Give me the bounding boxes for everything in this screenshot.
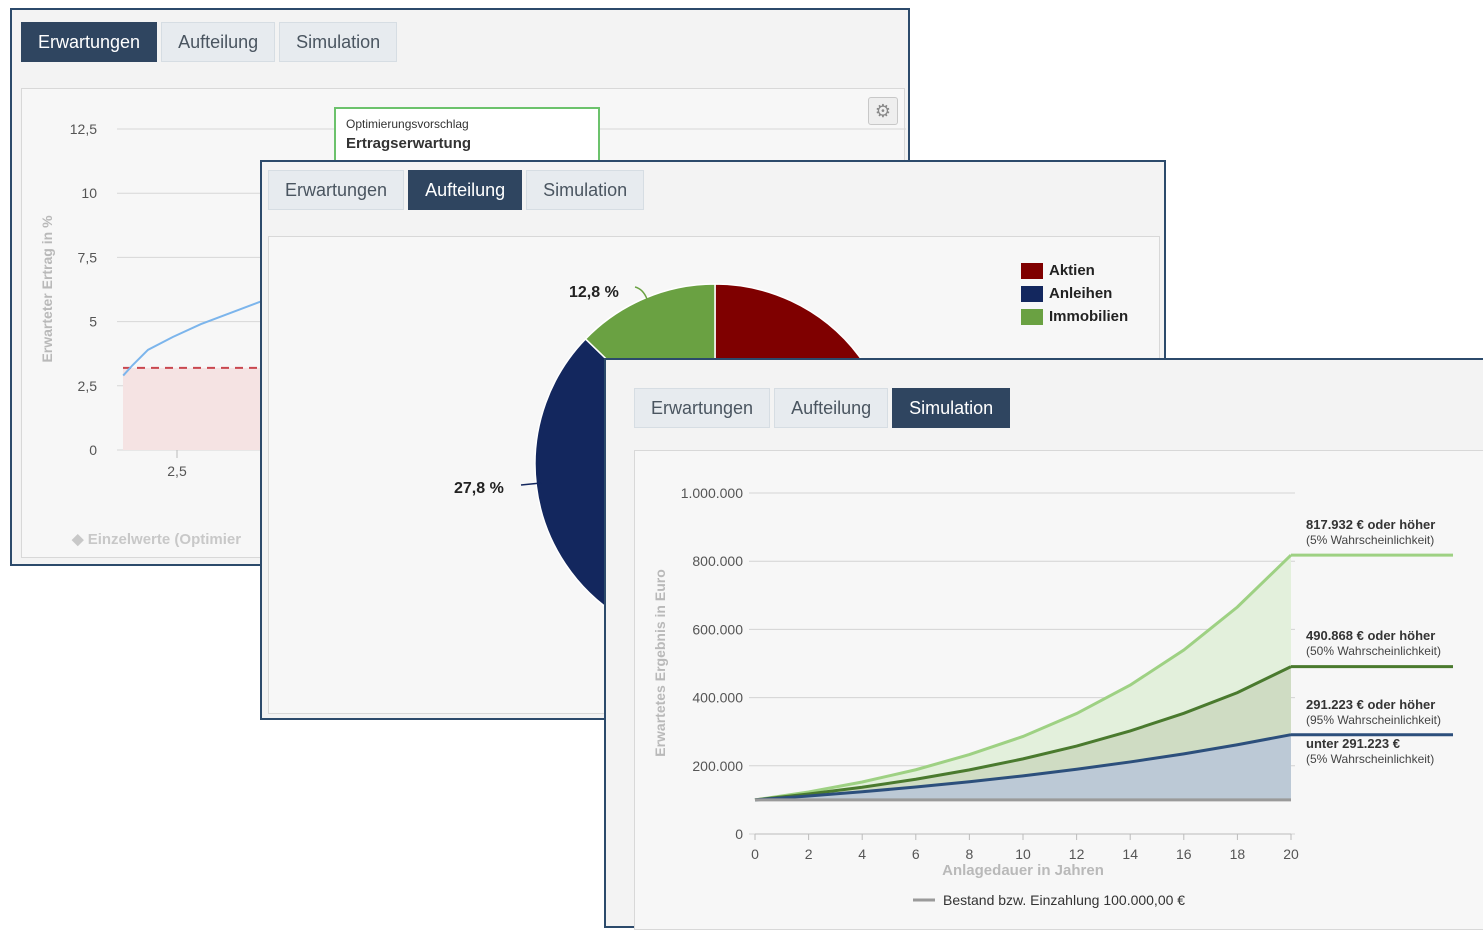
y-tick-label: 12,5 — [70, 121, 97, 137]
x-tick-label: 2 — [805, 846, 813, 862]
legend-item-immobilien[interactable]: Immobilien — [1021, 305, 1128, 328]
y-tick-label: 0 — [735, 826, 743, 842]
tab-aufteilung[interactable]: Aufteilung — [161, 22, 276, 62]
y-tick-label: 400.000 — [692, 690, 743, 706]
legend-label: Anleihen — [1049, 285, 1113, 302]
tab-aufteilung[interactable]: Aufteilung — [774, 388, 889, 428]
x-tick-label: 16 — [1176, 846, 1192, 862]
tab-simulation[interactable]: Simulation — [279, 22, 398, 62]
tab-erwartungen[interactable]: Erwartungen — [21, 22, 158, 62]
y-axis-label: Erwartetes Ergebnis in Euro — [652, 569, 668, 757]
x-tick-label: 6 — [912, 846, 920, 862]
legend-label: Immobilien — [1049, 308, 1129, 325]
x-tick-label: 0 — [751, 846, 759, 862]
tab-bar: Erwartungen Aufteilung Simulation — [21, 22, 398, 62]
x-tick-label: 2,5 — [167, 463, 187, 479]
expectation-curve — [122, 297, 270, 377]
x-axis-label: Anlagedauer in Jahren — [942, 862, 1104, 879]
y-tick-label: 800.000 — [692, 553, 743, 569]
panel-simulation: Erwartungen Aufteilung Simulation 1.000.… — [604, 358, 1483, 930]
y-tick-label: 0 — [89, 442, 97, 458]
annotation-label: 291.223 € oder höher — [1306, 697, 1435, 712]
tab-simulation[interactable]: Simulation — [892, 388, 1011, 428]
annotation-label: unter 291.223 € — [1306, 736, 1400, 751]
y-tick-label: 2,5 — [78, 378, 98, 394]
annotation-label: 817.932 € oder höher — [1306, 517, 1435, 532]
legend-item-aktien[interactable]: Aktien — [1021, 259, 1128, 282]
legend-swatch-aktien — [1021, 262, 1043, 279]
x-tick-label: 8 — [966, 846, 974, 862]
tooltip-value: Ertragserwartung — [346, 135, 472, 152]
legend-label: Bestand bzw. Einzahlung 100.000,00 € — [943, 892, 1185, 908]
simulation-chart: 1.000.000 800.000 600.000 400.000 200.000 0 Er… — [652, 485, 1453, 908]
annotation-sublabel: (50% Wahrscheinlichkeit) — [1306, 644, 1441, 658]
tooltip-title: Optimierungsvorschlag — [346, 117, 469, 131]
annotation-sublabel: (5% Wahrscheinlichkeit) — [1306, 533, 1434, 547]
label-connector — [634, 286, 648, 300]
y-axis-label: Erwarteter Ertrag in % — [39, 215, 55, 363]
tab-bar: Erwartungen Aufteilung Simulation — [268, 170, 645, 210]
x-tick-label: 14 — [1122, 846, 1138, 862]
x-tick-label: 12 — [1069, 846, 1085, 862]
y-tick-label: 10 — [81, 185, 97, 201]
chart-area: 1.000.000 800.000 600.000 400.000 200.000 0 Er… — [634, 450, 1483, 930]
tab-aufteilung[interactable]: Aufteilung — [408, 170, 523, 210]
tab-bar: Erwartungen Aufteilung Simulation — [634, 388, 1011, 428]
tab-erwartungen[interactable]: Erwartungen — [634, 388, 771, 428]
legend-label: Aktien — [1049, 262, 1095, 279]
x-tick-label: 18 — [1230, 846, 1246, 862]
legend-label: ◆ Einzelwerte (Optimier — [71, 531, 241, 548]
legend-swatch-immobilien — [1021, 308, 1043, 325]
pie-legend: Aktien Anleihen Immobilien — [1021, 259, 1128, 328]
y-tick-label: 7,5 — [78, 249, 98, 265]
pie-data-label: 12,8 % — [569, 284, 619, 301]
legend-swatch-anleihen — [1021, 285, 1043, 302]
annotation-sublabel: (5% Wahrscheinlichkeit) — [1306, 752, 1434, 766]
x-tick-label: 4 — [858, 846, 866, 862]
annotation-label: 490.868 € oder höher — [1306, 628, 1435, 643]
annotation-sublabel: (95% Wahrscheinlichkeit) — [1306, 713, 1441, 727]
pie-data-label: 27,8 % — [454, 480, 504, 497]
reference-area — [123, 367, 283, 450]
y-tick-label: 5 — [89, 314, 97, 330]
tab-simulation[interactable]: Simulation — [526, 170, 645, 210]
y-tick-label: 600.000 — [692, 621, 743, 637]
gear-icon[interactable]: ⚙ — [868, 97, 898, 125]
x-tick-label: 10 — [1015, 846, 1031, 862]
y-tick-label: 200.000 — [692, 758, 743, 774]
legend-item-anleihen[interactable]: Anleihen — [1021, 282, 1128, 305]
y-tick-label: 1.000.000 — [681, 485, 743, 501]
tab-erwartungen[interactable]: Erwartungen — [268, 170, 405, 210]
x-tick-label: 20 — [1283, 846, 1299, 862]
